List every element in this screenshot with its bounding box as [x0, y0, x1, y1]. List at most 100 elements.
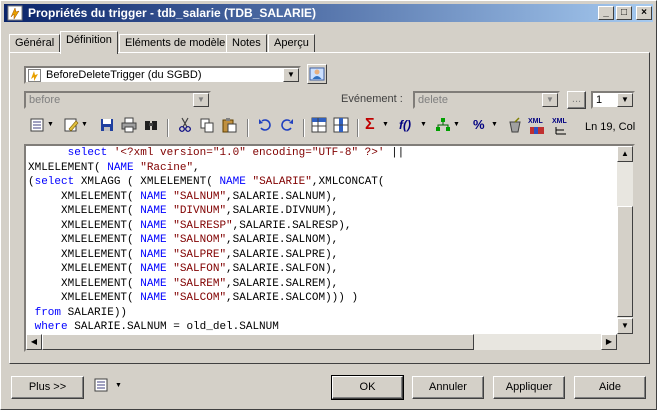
- tab-general[interactable]: Général: [9, 34, 61, 53]
- code-line[interactable]: XMLELEMENT( NAME "SALRESP",SALARIE.SALRE…: [28, 219, 404, 234]
- undo-button[interactable]: [255, 117, 275, 137]
- erase-button[interactable]: [505, 117, 525, 137]
- tab-definition[interactable]: Définition: [60, 31, 118, 54]
- code-string: "SALREM": [173, 277, 227, 290]
- code-line[interactable]: (select XMLAGG ( XMLELEMENT( NAME "SALAR…: [28, 175, 404, 190]
- code-keyword: NAME: [140, 219, 167, 232]
- xml-icon: XML: [528, 118, 543, 125]
- template-properties-button[interactable]: [307, 64, 327, 84]
- save-icon: [101, 119, 113, 131]
- cancel-button[interactable]: Annuler: [412, 376, 484, 399]
- code-token: ,SALARIE.SALREM),: [226, 277, 339, 290]
- undo-icon: [259, 119, 271, 131]
- percent-icon[interactable]: %: [473, 117, 485, 132]
- code-token: ,SALARIE.SALPRE),: [226, 248, 339, 261]
- code-line[interactable]: select '<?xml version="1.0" encoding="UT…: [28, 146, 405, 161]
- code-token: ,: [193, 161, 200, 174]
- code-token: ,SALARIE.SALNUM),: [226, 190, 339, 203]
- paste-button[interactable]: [219, 117, 239, 137]
- help-button[interactable]: Aide: [574, 376, 646, 399]
- find-button[interactable]: [141, 117, 161, 137]
- order-dropdown-arrow[interactable]: ▼: [617, 93, 633, 107]
- order-combo[interactable]: 1 ▼: [591, 91, 635, 109]
- code-token: SALARIE)): [61, 306, 128, 319]
- code-line[interactable]: XMLELEMENT( NAME "Racine",: [28, 161, 404, 176]
- horizontal-scroll-thumb[interactable]: [42, 334, 474, 350]
- scroll-right-arrow[interactable]: ▶: [601, 334, 617, 350]
- code-line[interactable]: XMLELEMENT( NAME "SALFON",SALARIE.SALFON…: [28, 262, 404, 277]
- event-dropdown-arrow[interactable]: ▼: [542, 93, 558, 107]
- toolbar-separator: [303, 119, 305, 137]
- dropdown-arrow-icon[interactable]: ▼: [420, 121, 427, 128]
- close-button[interactable]: ×: [636, 6, 652, 20]
- event-ellipsis-button[interactable]: ...: [567, 91, 586, 109]
- scroll-down-arrow[interactable]: ▼: [617, 318, 633, 334]
- redo-button[interactable]: [277, 117, 297, 137]
- code-token: XMLELEMENT(: [28, 277, 141, 290]
- redo-icon: [281, 119, 293, 131]
- tab-preview[interactable]: Aperçu: [268, 34, 315, 53]
- sigma-icon[interactable]: Σ: [365, 116, 375, 134]
- code-line[interactable]: from SALARIE)): [28, 306, 404, 321]
- xml-insert-button[interactable]: XML: [528, 118, 548, 136]
- code-string: "DIVNUM": [173, 205, 227, 217]
- tab-model-elements[interactable]: Eléments de modèle: [119, 34, 232, 53]
- cut-button[interactable]: [175, 117, 195, 137]
- toolbar-separator: [357, 119, 359, 137]
- vertical-scroll-thumb[interactable]: [617, 206, 633, 317]
- code-text[interactable]: select '<?xml version="1.0" encoding="UT…: [28, 146, 404, 335]
- print-icon: [121, 117, 137, 133]
- minimize-button[interactable]: _: [598, 6, 614, 20]
- edit-with-button[interactable]: [61, 117, 81, 137]
- scroll-up-arrow[interactable]: ▲: [617, 146, 633, 162]
- code-keyword: NAME: [140, 205, 167, 217]
- copy-button[interactable]: [197, 117, 217, 137]
- trigger-template-icon: [28, 69, 41, 82]
- code-token: ,SALARIE.SALNOM),: [226, 234, 339, 246]
- apply-button[interactable]: Appliquer: [493, 376, 565, 399]
- code-string: '<?xml version="1.0" encoding="UTF-8" ?>…: [113, 147, 385, 159]
- maximize-button[interactable]: □: [616, 6, 632, 20]
- tab-notes[interactable]: Notes: [226, 34, 267, 53]
- code-string: "SALFON": [173, 263, 227, 275]
- code-keyword: select: [67, 147, 108, 159]
- save-button[interactable]: [97, 117, 117, 137]
- dialog-properties-menu-button[interactable]: [91, 377, 111, 397]
- dropdown-arrow-icon[interactable]: ▼: [382, 121, 389, 128]
- xml-settings-button[interactable]: XML: [552, 118, 572, 136]
- print-button[interactable]: [119, 117, 139, 137]
- code-line[interactable]: XMLELEMENT( NAME "SALPRE",SALARIE.SALPRE…: [28, 248, 404, 263]
- more-button[interactable]: Plus >>: [11, 376, 84, 399]
- dropdown-arrow-icon[interactable]: ▼: [491, 121, 498, 128]
- template-dropdown-arrow[interactable]: ▼: [283, 68, 299, 82]
- time-dropdown-arrow[interactable]: ▼: [193, 93, 209, 107]
- code-keyword: NAME: [140, 292, 167, 304]
- dropdown-arrow-icon[interactable]: ▼: [115, 382, 122, 389]
- insert-column-button[interactable]: [331, 117, 351, 137]
- horizontal-scrollbar[interactable]: ◀ ▶: [26, 334, 617, 350]
- code-token: XMLELEMENT(: [28, 248, 141, 261]
- dropdown-arrow-icon[interactable]: ▼: [453, 121, 460, 128]
- function-icon[interactable]: f(): [399, 118, 411, 132]
- code-line[interactable]: XMLELEMENT( NAME "SALREM",SALARIE.SALREM…: [28, 277, 404, 292]
- vertical-scrollbar[interactable]: ▲ ▼: [617, 146, 633, 334]
- code-string: "SALNUM": [173, 190, 227, 203]
- code-line[interactable]: XMLELEMENT( NAME "SALNOM",SALARIE.SALNOM…: [28, 233, 404, 248]
- code-line[interactable]: XMLELEMENT( NAME "SALCOM",SALARIE.SALCOM…: [28, 291, 404, 306]
- insert-table-button[interactable]: [309, 117, 329, 137]
- properties-menu-button[interactable]: [27, 117, 47, 137]
- code-line[interactable]: where SALARIE.SALNUM = old_del.SALNUM: [28, 320, 404, 335]
- code-line[interactable]: XMLELEMENT( NAME "DIVNUM",SALARIE.DIVNUM…: [28, 204, 404, 219]
- dropdown-arrow-icon[interactable]: ▼: [81, 121, 88, 128]
- scroll-left-arrow[interactable]: ◀: [26, 334, 42, 350]
- time-combo[interactable]: before ▼: [24, 91, 211, 109]
- code-line[interactable]: XMLELEMENT( NAME "SALNUM",SALARIE.SALNUM…: [28, 190, 404, 205]
- code-editor[interactable]: select '<?xml version="1.0" encoding="UT…: [24, 144, 635, 352]
- event-combo[interactable]: delete ▼: [413, 91, 560, 109]
- code-keyword: where: [34, 321, 68, 333]
- dropdown-arrow-icon[interactable]: ▼: [47, 121, 54, 128]
- operators-button[interactable]: [433, 117, 453, 137]
- template-combo[interactable]: BeforeDeleteTrigger (du SGBD) ▼: [24, 66, 301, 84]
- ok-button[interactable]: OK: [331, 375, 404, 400]
